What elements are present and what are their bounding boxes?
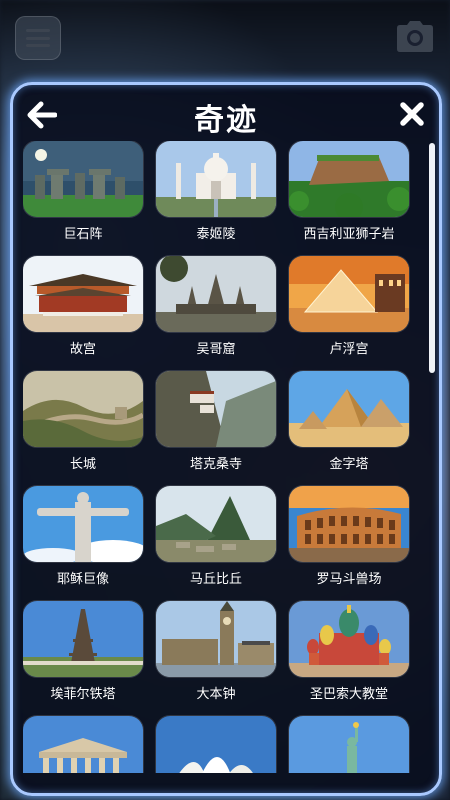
wonder-card-pyramids[interactable]: 金字塔 [289,371,409,472]
wonder-card-stonehenge[interactable]: 巨石阵 [23,141,143,242]
wonder-thumbnail [23,371,143,447]
scrollbar[interactable] [429,143,435,373]
wonder-label: 卢浮宫 [329,342,369,357]
wonder-label: 金字塔 [329,457,369,472]
close-icon[interactable] [399,101,425,127]
wonder-card-colosseum[interactable]: 罗马斗兽场 [289,486,409,587]
wonder-card-taktsang[interactable]: 塔克桑寺 [156,371,276,472]
wonder-thumbnail [23,601,143,677]
camera-button[interactable] [394,16,436,56]
wonder-label: 大本钟 [196,687,236,702]
wonder-card-sigiriya[interactable]: 西吉利亚狮子岩 [289,141,409,242]
wonders-list[interactable]: 巨石阵 泰姬陵 西吉利亚狮子岩 故宫 吴哥窟 卢浮宫 长城 塔克桑寺 金字塔 耶… [23,141,419,773]
wonder-thumbnail [23,141,143,217]
wonder-label: 巨石阵 [63,227,103,242]
wonder-thumbnail [156,601,276,677]
wonder-label: 泰姬陵 [196,227,236,242]
wonder-thumbnail [156,716,276,773]
wonder-card-tajmahal[interactable]: 泰姬陵 [156,141,276,242]
wonder-thumbnail [289,256,409,332]
wonder-thumbnail [23,486,143,562]
wonder-thumbnail [289,371,409,447]
wonder-thumbnail [289,141,409,217]
wonder-card-machupicchu[interactable]: 马丘比丘 [156,486,276,587]
wonder-label: 西吉利亚狮子岩 [303,227,395,242]
wonder-thumbnail [289,716,409,773]
wonders-panel: 奇迹 巨石阵 泰姬陵 西吉利亚狮子岩 故宫 吴哥窟 卢浮宫 长城 塔克桑寺 金字… [10,82,442,796]
wonder-card-louvre[interactable]: 卢浮宫 [289,256,409,357]
wonder-label: 塔克桑寺 [189,457,242,472]
panel-title: 奇迹 [194,103,258,138]
wonder-label: 耶稣巨像 [56,572,109,587]
wonder-card-parthenon[interactable] [23,716,143,773]
wonder-card-stbasil[interactable]: 圣巴索大教堂 [289,601,409,702]
camera-icon [397,21,433,52]
wonder-card-redeemer[interactable]: 耶稣巨像 [23,486,143,587]
wonder-thumbnail [23,256,143,332]
wonders-grid: 巨石阵 泰姬陵 西吉利亚狮子岩 故宫 吴哥窟 卢浮宫 长城 塔克桑寺 金字塔 耶… [23,141,419,773]
wonder-label: 长城 [69,457,96,472]
wonder-card-liberty[interactable] [289,716,409,773]
wonder-thumbnail [23,716,143,773]
wonder-thumbnail [156,141,276,217]
wonder-label: 马丘比丘 [189,572,242,587]
menu-button[interactable] [15,16,61,60]
wonder-label: 吴哥窟 [196,342,236,357]
wonder-thumbnail [156,256,276,332]
wonder-thumbnail [289,486,409,562]
wonder-thumbnail [289,601,409,677]
menu-icon [26,29,50,47]
wonder-card-angkor[interactable]: 吴哥窟 [156,256,276,357]
wonder-card-greatwall[interactable]: 长城 [23,371,143,472]
wonder-card-forbidden[interactable]: 故宫 [23,256,143,357]
wonder-label: 故宫 [69,342,96,357]
wonder-thumbnail [156,486,276,562]
wonder-card-eiffel[interactable]: 埃菲尔铁塔 [23,601,143,702]
wonder-label: 埃菲尔铁塔 [50,687,116,702]
wonder-thumbnail [156,371,276,447]
wonder-card-opera[interactable] [156,716,276,773]
wonder-card-bigben[interactable]: 大本钟 [156,601,276,702]
wonder-label: 罗马斗兽场 [316,572,382,587]
wonder-label: 圣巴索大教堂 [309,687,388,702]
